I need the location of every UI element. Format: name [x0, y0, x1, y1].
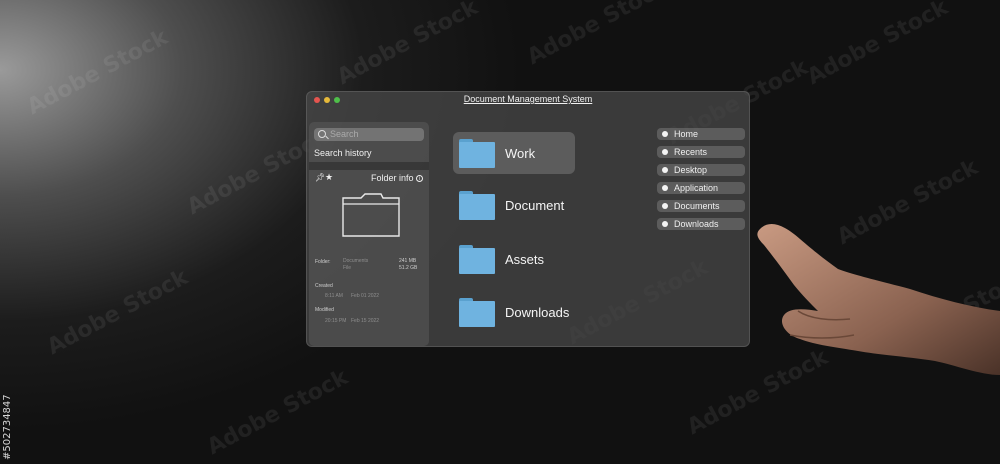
folder-icon [459, 138, 495, 168]
watermark: Adobe Stock [43, 264, 193, 361]
folder-icon [459, 297, 495, 327]
folder-work[interactable]: Work [453, 132, 575, 174]
search-input[interactable]: Search [314, 128, 424, 141]
star-icon[interactable]: ★ [325, 172, 333, 183]
folder-outline-icon [342, 193, 400, 237]
pointing-hand [757, 224, 1000, 375]
folder-label: Downloads [505, 304, 570, 320]
folder-label: Document [505, 197, 565, 213]
folder-type: File [343, 265, 352, 271]
folder-name: Documents [343, 258, 369, 264]
watermark: Adobe Stock [803, 0, 953, 91]
folder-info-header[interactable]: Folder info i [371, 173, 423, 183]
nav-item-desktop[interactable]: Desktop [657, 164, 745, 176]
folder-assets[interactable]: Assets [453, 238, 575, 280]
folder-icon [459, 244, 495, 274]
nav-item-documents[interactable]: Documents [657, 200, 745, 212]
modified-date: Feb 15 2022 [351, 318, 380, 324]
stock-id: #502734847 [2, 394, 13, 460]
created-label: Created [315, 283, 333, 289]
nav-item-recents[interactable]: Recents [657, 146, 745, 158]
modified-label: Modified [315, 307, 334, 313]
folder-icon [459, 190, 495, 220]
search-icon [318, 130, 326, 138]
folder-label: Assets [505, 251, 545, 267]
watermark: Adobe Stock [203, 364, 353, 461]
pin-icon[interactable]: 📌︎ [315, 173, 325, 182]
folder-size: 241 MB [399, 258, 417, 264]
watermark: Adobe Stock [333, 0, 483, 91]
nav-item-downloads[interactable]: Downloads [657, 218, 745, 230]
background-scene: Adobe Stock Adobe Stock Adobe Stock Adob… [0, 0, 1000, 464]
folder-downloads[interactable]: Downloads [453, 291, 575, 333]
modified-time: 20:15 PM [325, 318, 347, 324]
info-icon: i [416, 175, 423, 182]
created-date: Feb 01 2022 [351, 293, 380, 299]
folder-document[interactable]: Document [453, 184, 575, 226]
divider [309, 162, 429, 170]
window-title: Document Management System [463, 94, 593, 104]
disk-size: 51.2 GB [399, 265, 418, 271]
folder-label: Work [505, 145, 536, 161]
search-history-link[interactable]: Search history [314, 148, 372, 158]
created-time: 8:11 AM [325, 293, 343, 299]
nav-item-application[interactable]: Application [657, 182, 745, 194]
folder-label: Folder: [315, 259, 331, 265]
nav-item-home[interactable]: Home [657, 128, 745, 140]
watermark: Adobe Stock [523, 0, 673, 71]
info-panel: Search Search history 📌︎ ★ Folder info i… [309, 122, 429, 346]
folder-info-label: Folder info [370, 173, 414, 183]
file-manager-window: Document Management System Search Search… [306, 91, 750, 347]
search-placeholder: Search [330, 129, 359, 139]
watermark: Adobe Stock [23, 24, 173, 121]
